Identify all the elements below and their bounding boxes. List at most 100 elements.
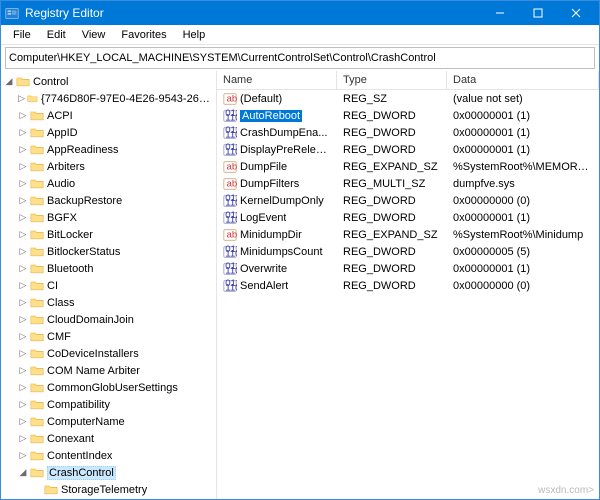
value-row[interactable]: 011110SendAlertREG_DWORD0x00000000 (0) — [217, 277, 599, 294]
folder-icon — [30, 126, 44, 139]
value-row[interactable]: 011110CrashDumpEna...REG_DWORD0x00000001… — [217, 124, 599, 141]
menu-help[interactable]: Help — [175, 27, 214, 43]
tree-item[interactable]: ▷AppReadiness — [1, 141, 216, 158]
menu-view[interactable]: View — [74, 27, 114, 43]
value-row[interactable]: 011110OverwriteREG_DWORD0x00000001 (1) — [217, 260, 599, 277]
tree-item-child[interactable]: StorageTelemetry — [1, 481, 216, 498]
value-data: 0x00000001 (1) — [447, 110, 599, 122]
chevron-right-icon[interactable]: ▷ — [17, 297, 29, 309]
value-row[interactable]: ab(Default)REG_SZ(value not set) — [217, 90, 599, 107]
chevron-right-icon[interactable]: ▷ — [17, 399, 29, 411]
menu-favorites[interactable]: Favorites — [113, 27, 174, 43]
chevron-right-icon[interactable]: ▷ — [17, 144, 29, 156]
tree-item[interactable]: ▷Class — [1, 294, 216, 311]
address-bar[interactable] — [5, 47, 595, 69]
value-row[interactable]: 011110AutoRebootREG_DWORD0x00000001 (1) — [217, 107, 599, 124]
tree-item[interactable]: ▷Cryptography — [1, 498, 216, 499]
chevron-right-icon[interactable]: ▷ — [17, 127, 29, 139]
value-name: DumpFilters — [240, 178, 299, 190]
column-type[interactable]: Type — [337, 71, 447, 89]
menu-edit[interactable]: Edit — [39, 27, 74, 43]
chevron-right-icon[interactable]: ▷ — [17, 314, 29, 326]
tree-item-root[interactable]: ◢ Control — [1, 73, 216, 90]
value-row[interactable]: 011110LogEventREG_DWORD0x00000001 (1) — [217, 209, 599, 226]
chevron-right-icon[interactable]: ▷ — [17, 246, 29, 258]
tree-item[interactable]: ▷BGFX — [1, 209, 216, 226]
value-row[interactable]: abMinidumpDirREG_EXPAND_SZ%SystemRoot%\M… — [217, 226, 599, 243]
chevron-right-icon[interactable]: ▷ — [17, 433, 29, 445]
registry-editor-window: Registry Editor File Edit View Favorites… — [0, 0, 600, 500]
menu-file[interactable]: File — [5, 27, 39, 43]
folder-icon — [30, 177, 44, 190]
values-list[interactable]: Name Type Data ab(Default)REG_SZ(value n… — [217, 71, 599, 499]
tree-item[interactable]: ▷ {7746D80F-97E0-4E26-9543-26B41FC22F79} — [1, 90, 216, 107]
value-type: REG_EXPAND_SZ — [337, 229, 447, 241]
chevron-right-icon[interactable]: ▷ — [17, 450, 29, 462]
titlebar[interactable]: Registry Editor — [1, 1, 599, 25]
chevron-right-icon[interactable]: ▷ — [17, 161, 29, 173]
column-data[interactable]: Data — [447, 71, 599, 89]
value-data: 0x00000001 (1) — [447, 212, 599, 224]
column-name[interactable]: Name — [217, 71, 337, 89]
key-tree[interactable]: ◢ Control ▷ {7746D80F-97E0-4E26-9543-26B41F… — [1, 71, 217, 499]
tree-item[interactable]: ▷ComputerName — [1, 413, 216, 430]
tree-item[interactable]: ▷CI — [1, 277, 216, 294]
value-row[interactable]: 011110KernelDumpOnlyREG_DWORD0x00000000 … — [217, 192, 599, 209]
tree-item[interactable]: ▷Compatibility — [1, 396, 216, 413]
tree-item[interactable]: ▷ Arbiters — [1, 158, 216, 175]
chevron-right-icon[interactable]: ▷ — [17, 110, 29, 122]
value-row[interactable]: abDumpFileREG_EXPAND_SZ%SystemRoot%\MEMO… — [217, 158, 599, 175]
tree-item[interactable]: ▷ACPI — [1, 107, 216, 124]
tree-item[interactable]: ▷BackupRestore — [1, 192, 216, 209]
chevron-right-icon[interactable]: ▷ — [17, 178, 29, 190]
tree-item[interactable]: ▷ BitlockerStatus — [1, 243, 216, 260]
svg-text:110: 110 — [225, 214, 237, 225]
tree-item[interactable]: ▷ COM Name Arbiter — [1, 362, 216, 379]
chevron-right-icon[interactable]: ▷ — [17, 212, 29, 224]
chevron-right-icon[interactable]: ▷ — [17, 416, 29, 428]
chevron-right-icon[interactable]: ▷ — [17, 280, 29, 292]
binary-value-icon: 011110 — [223, 262, 237, 276]
folder-icon — [30, 296, 44, 309]
tree-item[interactable]: ▷Audio — [1, 175, 216, 192]
chevron-down-icon[interactable]: ◢ — [3, 76, 15, 88]
tree-item[interactable]: ▷CoDeviceInstallers — [1, 345, 216, 362]
regedit-icon — [5, 6, 19, 20]
chevron-right-icon[interactable]: ▷ — [17, 263, 29, 275]
tree-label: {7746D80F-97E0-4E26-9543-26B41FC22F79} — [41, 93, 216, 105]
tree-label: Control — [33, 76, 68, 88]
chevron-right-icon[interactable]: ▷ — [17, 229, 29, 241]
tree-item[interactable]: ▷Bluetooth — [1, 260, 216, 277]
tree-item[interactable]: ▷AppID — [1, 124, 216, 141]
folder-icon — [30, 194, 44, 207]
tree-item[interactable]: ▷CMF — [1, 328, 216, 345]
chevron-down-icon[interactable]: ◢ — [17, 467, 29, 479]
maximize-button[interactable] — [519, 1, 557, 25]
tree-item[interactable]: ▷CommonGlobUserSettings — [1, 379, 216, 396]
binary-value-icon: 011110 — [223, 279, 237, 293]
tree-label: Arbiters — [47, 161, 85, 173]
tree-item[interactable]: ◢CrashControl — [1, 464, 216, 481]
chevron-right-icon[interactable]: ▷ — [17, 93, 26, 105]
chevron-right-icon[interactable]: ▷ — [17, 331, 29, 343]
close-button[interactable] — [557, 1, 595, 25]
list-header[interactable]: Name Type Data — [217, 71, 599, 90]
chevron-right-icon[interactable]: ▷ — [17, 365, 29, 377]
chevron-right-icon[interactable]: ▷ — [17, 382, 29, 394]
tree-item[interactable]: ▷BitLocker — [1, 226, 216, 243]
tree-label: COM Name Arbiter — [47, 365, 140, 377]
value-row[interactable]: abDumpFiltersREG_MULTI_SZdumpfve.sys — [217, 175, 599, 192]
value-row[interactable]: 011110MinidumpsCountREG_DWORD0x00000005 … — [217, 243, 599, 260]
value-type: REG_DWORD — [337, 263, 447, 275]
chevron-right-icon[interactable]: ▷ — [17, 195, 29, 207]
tree-item[interactable]: ▷Conexant — [1, 430, 216, 447]
tree-item[interactable]: ▷ CloudDomainJoin — [1, 311, 216, 328]
chevron-right-icon[interactable]: ▷ — [17, 348, 29, 360]
minimize-button[interactable] — [481, 1, 519, 25]
tree-label: BitlockerStatus — [47, 246, 120, 258]
address-input[interactable] — [9, 52, 591, 64]
tree-label: CloudDomainJoin — [47, 314, 134, 326]
value-type: REG_MULTI_SZ — [337, 178, 447, 190]
value-row[interactable]: 011110DisplayPreRelea...REG_DWORD0x00000… — [217, 141, 599, 158]
tree-item[interactable]: ▷ContentIndex — [1, 447, 216, 464]
